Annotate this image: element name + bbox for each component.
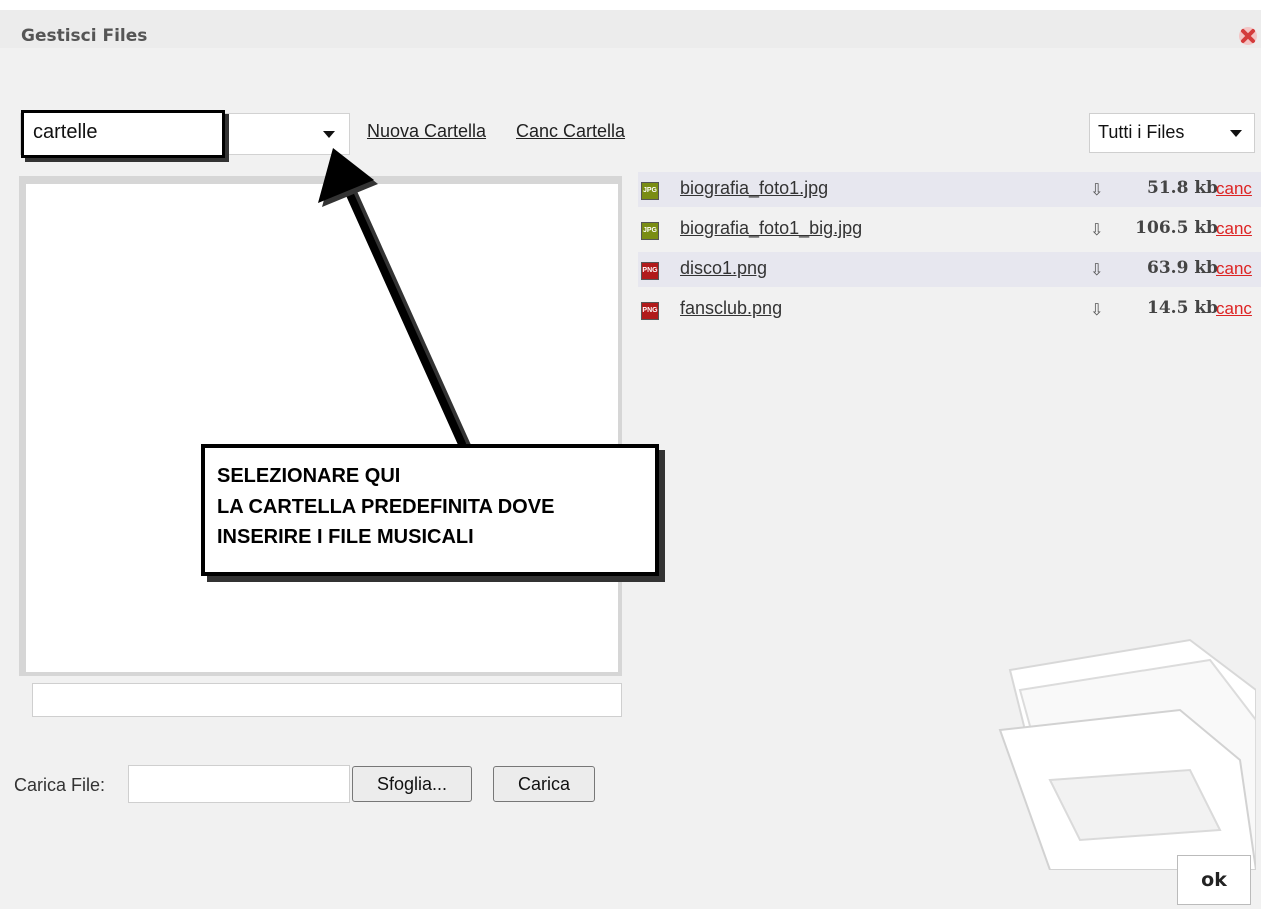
file-name-link[interactable]: disco1.png [680, 258, 767, 279]
delete-file-link[interactable]: canc [1216, 179, 1252, 199]
delete-folder-link[interactable]: Canc Cartella [516, 121, 625, 142]
file-row[interactable]: PNG fansclub.png ⇩ 14.5 kb canc [638, 292, 1261, 327]
close-icon[interactable] [1238, 26, 1258, 46]
title-bar [0, 10, 1261, 48]
file-row[interactable]: JPG biografia_foto1.jpg ⇩ 51.8 kb canc [638, 172, 1261, 207]
delete-file-link[interactable]: canc [1216, 299, 1252, 319]
file-filter-value: Tutti i Files [1098, 122, 1185, 142]
upload-label: Carica File: [14, 775, 106, 795]
callout-text: LA CARTELLA PREDEFINITA DOVE [217, 496, 555, 518]
callout-box: SELEZIONARE QUI LA CARTELLA PREDEFINITA … [201, 444, 659, 576]
download-icon[interactable]: ⇩ [1090, 300, 1103, 320]
browse-button[interactable]: Sfoglia... [352, 766, 472, 802]
callout-text: INSERIRE I FILE MUSICALI [217, 526, 474, 548]
upload-file-input[interactable] [128, 765, 350, 803]
file-size: 14.5 kb [1147, 298, 1218, 318]
chevron-down-icon [323, 131, 335, 138]
file-size: 51.8 kb [1147, 178, 1218, 198]
file-name-link[interactable]: fansclub.png [680, 298, 782, 319]
callout-text: SELEZIONARE QUI [217, 465, 401, 487]
chevron-down-icon [1230, 130, 1242, 137]
file-filter-select[interactable]: Tutti i Files [1089, 113, 1255, 153]
download-icon[interactable]: ⇩ [1090, 260, 1103, 280]
folder-watermark-icon [998, 638, 1256, 870]
jpg-file-icon: JPG [641, 222, 659, 240]
jpg-file-icon: JPG [641, 182, 659, 200]
new-folder-link[interactable]: Nuova Cartella [367, 121, 486, 142]
png-file-icon: PNG [641, 302, 659, 320]
file-size: 106.5 kb [1135, 218, 1218, 238]
folder-tree-panel [19, 176, 622, 676]
delete-file-link[interactable]: canc [1216, 259, 1252, 279]
file-name-link[interactable]: biografia_foto1_big.jpg [680, 218, 862, 239]
folder-tree[interactable] [26, 184, 618, 672]
dialog-title: Gestisci Files [21, 26, 148, 46]
folder-select-value: cartelle [33, 121, 98, 143]
file-row[interactable]: PNG disco1.png ⇩ 63.9 kb canc [638, 252, 1261, 287]
file-size: 63.9 kb [1147, 258, 1218, 278]
top-strip [0, 0, 1261, 10]
ok-button[interactable]: ok [1177, 855, 1251, 905]
download-icon[interactable]: ⇩ [1090, 220, 1103, 240]
folder-path-field[interactable] [32, 683, 622, 717]
file-row[interactable]: JPG biografia_foto1_big.jpg ⇩ 106.5 kb c… [638, 212, 1261, 247]
delete-file-link[interactable]: canc [1216, 219, 1252, 239]
folder-select-highlight: cartelle [21, 110, 225, 158]
png-file-icon: PNG [641, 262, 659, 280]
upload-button[interactable]: Carica [493, 766, 595, 802]
file-name-link[interactable]: biografia_foto1.jpg [680, 178, 828, 199]
download-icon[interactable]: ⇩ [1090, 180, 1103, 200]
